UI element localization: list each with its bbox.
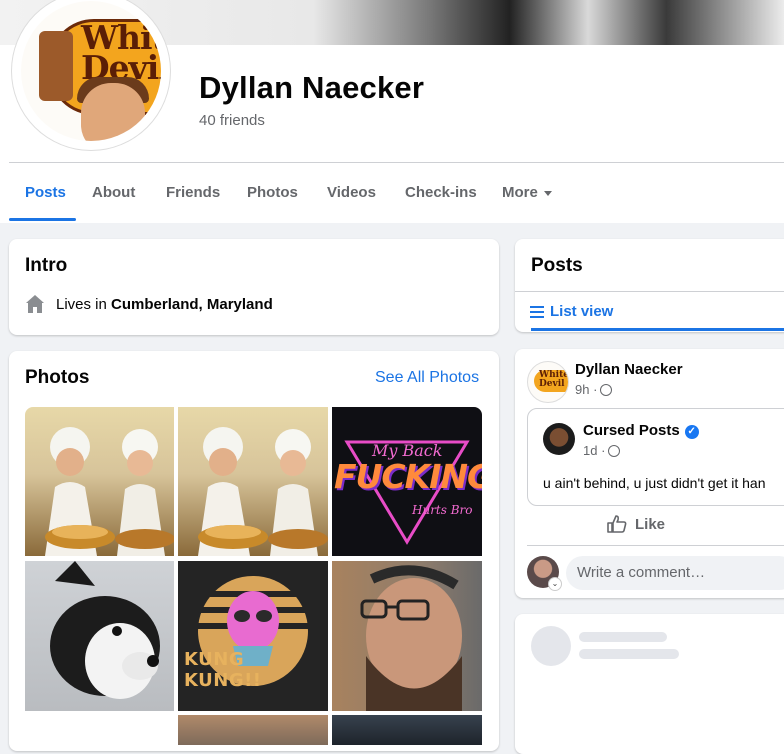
photo-thumb-3[interactable]: My Back FUCKING Hurts Bro <box>332 407 482 556</box>
avatar-logo-text: WhiteDevil <box>81 18 161 87</box>
barrel-graphic <box>39 31 73 101</box>
tab-videos[interactable]: Videos <box>327 184 376 201</box>
post-author-name[interactable]: Dyllan Naecker <box>575 361 683 378</box>
post-actions-divider <box>527 545 784 546</box>
globe-icon <box>600 384 613 396</box>
selfie-image <box>360 565 462 711</box>
avatar-image: WhiteDevil <box>21 1 161 141</box>
tab-friends[interactable]: Friends <box>166 184 220 201</box>
photos-title: Photos <box>25 367 90 388</box>
photo-thumb-1[interactable] <box>25 407 174 556</box>
intro-title: Intro <box>25 255 68 276</box>
list-icon <box>530 305 544 318</box>
shared-author-avatar[interactable] <box>543 423 575 455</box>
friends-count[interactable]: 40 friends <box>199 112 265 129</box>
post-meta: 9h · <box>575 382 613 397</box>
photo-5-text: KUNG KUNG!! <box>184 649 262 691</box>
lives-in-prefix: Lives in <box>56 295 112 313</box>
tab-more[interactable]: More <box>502 184 552 201</box>
chefs-image <box>45 427 174 556</box>
shared-author-name[interactable]: Cursed Posts <box>583 422 680 439</box>
location-link[interactable]: Cumberland, Maryland <box>111 296 273 313</box>
skeleton-avatar <box>531 626 571 666</box>
tab-photos[interactable]: Photos <box>247 184 298 201</box>
see-all-photos-link[interactable]: See All Photos <box>375 369 479 387</box>
skeleton-line-1 <box>579 632 667 642</box>
active-tab-indicator <box>9 218 76 221</box>
list-view-label: List view <box>550 303 614 320</box>
intro-card <box>9 239 499 335</box>
photo-thumb-7[interactable] <box>178 715 328 745</box>
profile-name: Dyllan Naecker <box>199 70 425 105</box>
photo-thumb-2[interactable] <box>178 407 328 556</box>
photo-3-line2: FUCKING <box>334 457 482 496</box>
shared-time[interactable]: 1d · <box>583 443 605 458</box>
photo-thumb-5[interactable]: KUNG KUNG!! <box>178 561 328 711</box>
photo-thumb-8[interactable] <box>332 715 482 745</box>
shared-author-line: Cursed Posts ✓ <box>583 422 699 439</box>
posts-title: Posts <box>531 255 583 276</box>
photo-thumb-6[interactable] <box>332 561 482 711</box>
post-time[interactable]: 9h · <box>575 382 597 397</box>
like-button[interactable]: Like <box>607 515 665 533</box>
intro-lives-in: Lives in Cumberland, Maryland <box>25 294 273 314</box>
posts-divider <box>515 291 784 292</box>
skeleton-line-2 <box>579 649 679 659</box>
avatar-face <box>81 83 145 141</box>
tab-more-label: More <box>502 184 538 201</box>
list-view-tab[interactable]: List view <box>530 303 613 320</box>
list-view-indicator <box>531 328 784 331</box>
like-label: Like <box>635 515 666 533</box>
globe-icon <box>608 445 621 457</box>
comment-input[interactable]: Write a comment… <box>566 556 784 590</box>
comment-placeholder: Write a comment… <box>577 564 706 581</box>
mini-logo-text: White Devil <box>539 370 569 389</box>
tab-posts[interactable]: Posts <box>25 184 66 201</box>
chevron-down-icon[interactable]: ⌄ <box>548 577 562 591</box>
dog-image <box>50 561 160 699</box>
post-author-avatar[interactable]: White Devil <box>527 361 569 403</box>
caret-down-icon <box>543 190 552 196</box>
photo-3-line3: Hurts Bro <box>412 503 473 517</box>
header-divider <box>9 162 784 163</box>
thumbs-up-icon <box>607 515 627 533</box>
tab-check-ins[interactable]: Check-ins <box>405 184 477 201</box>
tab-about[interactable]: About <box>92 184 135 201</box>
chefs-image <box>198 427 328 556</box>
shared-post-text: u ain't behind, u just didn't get it han <box>543 475 766 491</box>
home-icon <box>25 294 45 314</box>
verified-badge-icon: ✓ <box>684 425 699 439</box>
shared-meta: 1d · <box>583 443 621 458</box>
photo-thumb-4[interactable] <box>25 561 174 711</box>
